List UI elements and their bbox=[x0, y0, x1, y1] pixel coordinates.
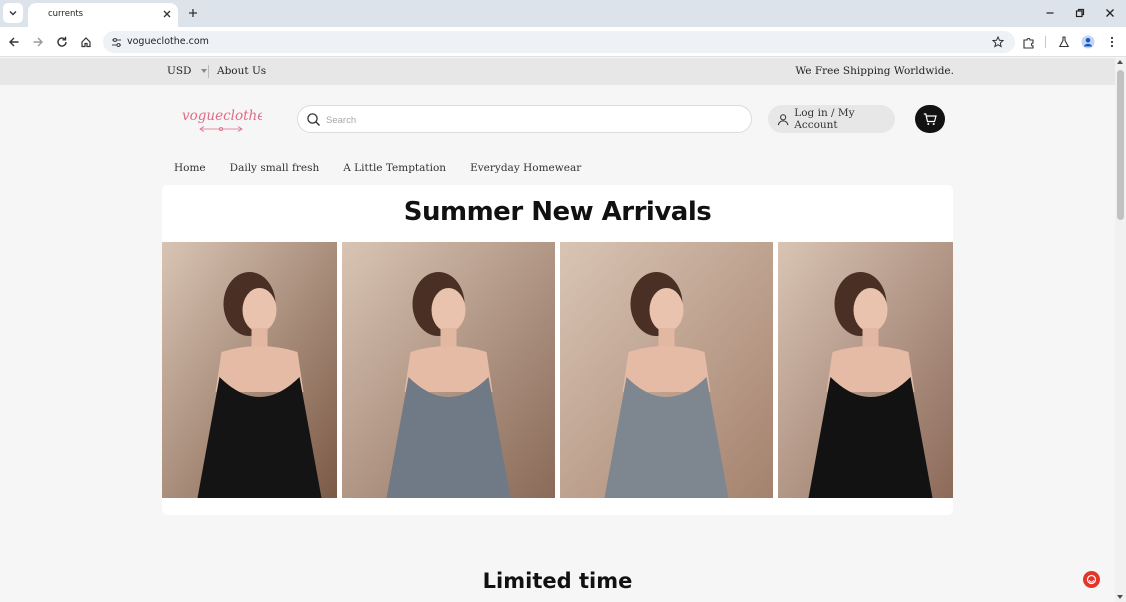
tab-search-button[interactable] bbox=[3, 3, 23, 23]
main-navigation: Home Daily small fresh A Little Temptati… bbox=[174, 162, 581, 174]
currency-selector[interactable]: USD bbox=[167, 65, 208, 77]
page-scrollbar[interactable] bbox=[1115, 58, 1126, 602]
currency-label: USD bbox=[167, 65, 192, 77]
login-label: Log in / My Account bbox=[794, 107, 855, 131]
back-button[interactable] bbox=[6, 34, 22, 50]
user-icon bbox=[777, 113, 789, 125]
shipping-notice: We Free Shipping Worldwide. bbox=[795, 65, 954, 77]
avatar-icon bbox=[1081, 35, 1095, 49]
model-photo-graphic bbox=[342, 242, 555, 498]
product-photo[interactable] bbox=[342, 242, 555, 498]
close-icon bbox=[163, 10, 171, 18]
announcement-bar: USD About Us We Free Shipping Worldwide. bbox=[0, 58, 1115, 85]
more-vert-icon bbox=[1110, 36, 1114, 48]
search-bar[interactable] bbox=[297, 105, 752, 133]
section-title: Summer New Arrivals bbox=[403, 197, 712, 227]
toolbar-divider bbox=[1045, 36, 1046, 48]
restore-icon bbox=[1075, 8, 1085, 18]
close-window-button[interactable] bbox=[1103, 6, 1117, 20]
nav-item-a-little-temptation[interactable]: A Little Temptation bbox=[343, 162, 446, 174]
close-icon bbox=[1106, 9, 1114, 17]
product-photo[interactable] bbox=[778, 242, 953, 498]
login-button[interactable]: Log in / My Account bbox=[768, 105, 895, 133]
forward-button[interactable] bbox=[30, 34, 46, 50]
reload-button[interactable] bbox=[54, 34, 70, 50]
product-photo[interactable] bbox=[162, 242, 337, 498]
product-photo[interactable] bbox=[560, 242, 773, 498]
cart-button[interactable] bbox=[915, 105, 945, 133]
nav-item-everyday-homewear[interactable]: Everyday Homewear bbox=[470, 162, 581, 174]
restore-button[interactable] bbox=[1073, 6, 1087, 20]
plus-icon bbox=[189, 9, 197, 17]
page-viewport: USD About Us We Free Shipping Worldwide.… bbox=[0, 58, 1115, 602]
divider bbox=[208, 65, 209, 78]
address-bar[interactable]: vogueclothe.com bbox=[103, 31, 1015, 53]
scroll-down-arrow[interactable] bbox=[1117, 595, 1123, 599]
browser-tab[interactable]: currents bbox=[28, 3, 178, 27]
minimize-icon bbox=[1046, 12, 1054, 14]
url-text: vogueclothe.com bbox=[127, 36, 209, 47]
reload-icon bbox=[57, 36, 67, 47]
chat-widget-button[interactable] bbox=[1083, 571, 1100, 588]
profile-button[interactable] bbox=[1080, 34, 1096, 50]
nav-item-daily-small-fresh[interactable]: Daily small fresh bbox=[230, 162, 320, 174]
tune-icon bbox=[111, 37, 121, 47]
scroll-up-arrow[interactable] bbox=[1117, 60, 1123, 64]
labs-button[interactable] bbox=[1056, 34, 1072, 50]
logo-text: vogueclothes bbox=[182, 108, 262, 124]
tab-close-button[interactable] bbox=[161, 8, 173, 20]
home-icon bbox=[81, 37, 91, 48]
logo-graphic: vogueclothes bbox=[182, 108, 272, 132]
about-us-link[interactable]: About Us bbox=[217, 65, 266, 77]
cart-icon bbox=[923, 112, 937, 125]
model-photo-graphic bbox=[162, 242, 337, 498]
nav-item-home[interactable]: Home bbox=[174, 162, 206, 174]
bookmark-button[interactable] bbox=[991, 35, 1005, 49]
browser-toolbar: vogueclothe.com bbox=[0, 27, 1126, 57]
search-input[interactable] bbox=[326, 110, 736, 130]
limited-time-title: Limited time bbox=[482, 569, 633, 593]
flask-icon bbox=[1058, 36, 1070, 48]
browser-tab-bar: currents bbox=[0, 0, 1126, 27]
home-button[interactable] bbox=[78, 34, 94, 50]
minimize-button[interactable] bbox=[1043, 6, 1057, 20]
scroll-thumb[interactable] bbox=[1117, 70, 1124, 220]
site-info-button[interactable] bbox=[109, 35, 123, 49]
extensions-button[interactable] bbox=[1020, 34, 1036, 50]
chevron-down-icon bbox=[9, 11, 17, 16]
puzzle-icon bbox=[1022, 37, 1034, 49]
tab-title: currents bbox=[48, 9, 84, 19]
search-icon bbox=[307, 113, 320, 126]
chat-icon bbox=[1086, 574, 1097, 585]
summer-arrivals-card: Summer New Arrivals bbox=[162, 185, 953, 515]
star-icon bbox=[992, 36, 1004, 48]
model-photo-graphic bbox=[778, 242, 953, 498]
arrow-left-icon bbox=[9, 37, 19, 47]
menu-button[interactable] bbox=[1104, 34, 1120, 50]
arrow-right-icon bbox=[33, 37, 43, 47]
new-tab-button[interactable] bbox=[185, 5, 201, 21]
model-photo-graphic bbox=[560, 242, 773, 498]
caret-down-icon bbox=[201, 69, 208, 73]
site-logo[interactable]: vogueclothes bbox=[180, 105, 272, 135]
